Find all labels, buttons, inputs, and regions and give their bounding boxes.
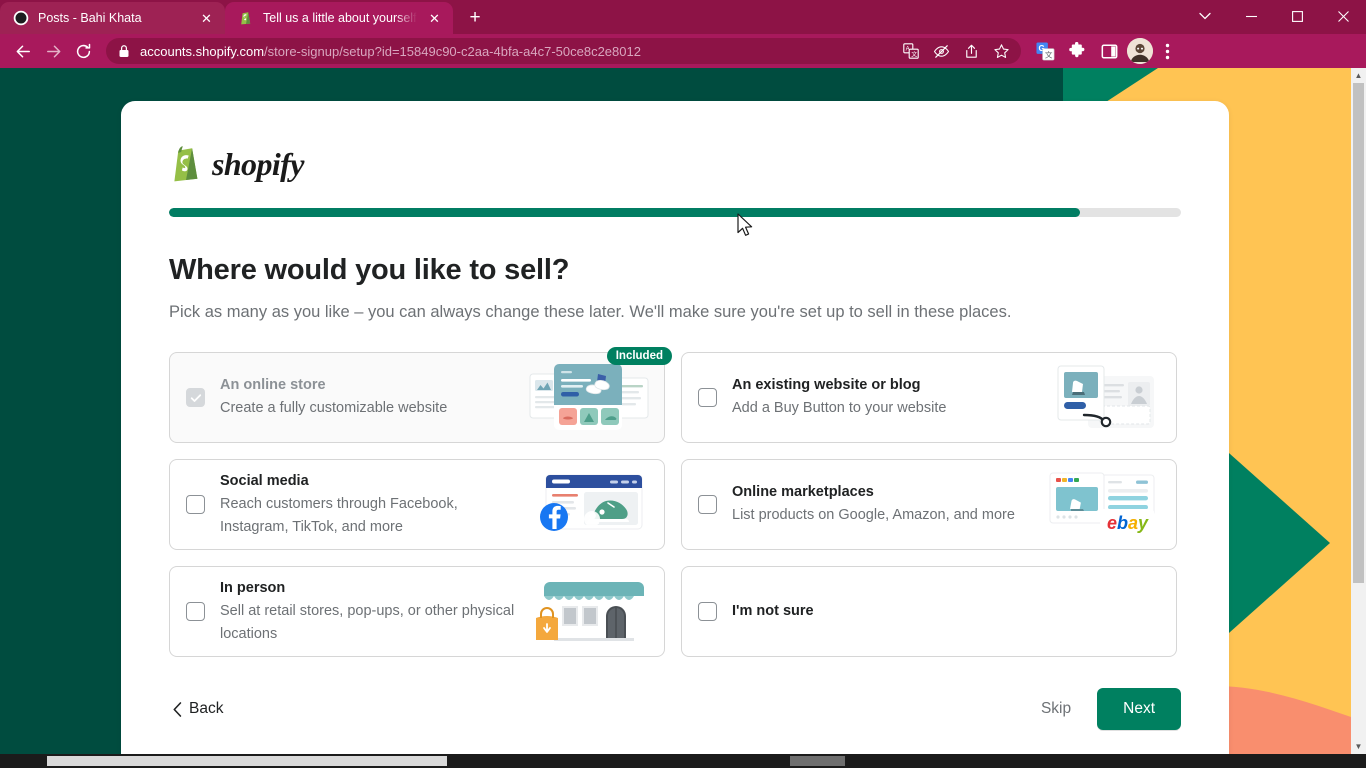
back-button-label: Back bbox=[189, 700, 224, 718]
footer-actions: Skip Next bbox=[1035, 688, 1181, 731]
option-title: I'm not sure bbox=[732, 602, 814, 619]
back-arrow-icon[interactable] bbox=[8, 37, 38, 65]
brand-wordmark: shopify bbox=[212, 145, 304, 182]
scroll-down-arrow-icon[interactable]: ▼ bbox=[1351, 739, 1366, 754]
three-dot-menu-icon[interactable] bbox=[1153, 38, 1181, 64]
shopify-bag-icon bbox=[241, 12, 251, 25]
option-title: Online marketplaces bbox=[732, 483, 874, 500]
included-badge: Included bbox=[606, 347, 672, 366]
option-description: Add a Buy Button to your website bbox=[732, 400, 947, 417]
close-window-button[interactable] bbox=[1320, 0, 1366, 32]
shopify-bag-logo bbox=[174, 146, 198, 182]
checkbox-not-sure[interactable] bbox=[698, 602, 717, 622]
facebook-post-illustration bbox=[528, 467, 650, 543]
retail-store-illustration bbox=[528, 574, 650, 650]
option-description: Sell at retail stores, pop-ups, or other… bbox=[220, 603, 515, 642]
window-controls bbox=[1182, 0, 1366, 32]
svg-text:ebay: ebay bbox=[1107, 513, 1149, 533]
browser-tab-1[interactable]: Posts - Bahi Khata ✕ bbox=[0, 2, 225, 34]
chevron-left-icon bbox=[173, 701, 182, 717]
eye-off-icon[interactable] bbox=[927, 38, 955, 64]
page-viewport: shopify Where would you like to sell? Pi… bbox=[0, 68, 1366, 768]
browser-tab-2[interactable]: Tell us a little about yourself — S ✕ bbox=[225, 2, 453, 34]
option-title: An online store bbox=[220, 376, 326, 393]
translate-icon[interactable]: A文 bbox=[897, 38, 925, 64]
horizontal-scrollbar-thumb[interactable] bbox=[47, 756, 447, 766]
option-title: Social media bbox=[220, 472, 309, 489]
ebay-marketplace-illustration: ebay bbox=[1040, 467, 1162, 543]
padlock-icon bbox=[118, 44, 132, 58]
browser-window: Posts - Bahi Khata ✕ Tell us a little ab… bbox=[0, 0, 1366, 768]
next-button[interactable]: Next bbox=[1097, 688, 1181, 731]
shopify-logo: shopify bbox=[169, 144, 1181, 184]
tab-strip: Posts - Bahi Khata ✕ Tell us a little ab… bbox=[0, 0, 1366, 34]
url-text: accounts.shopify.com/store-signup/setup?… bbox=[140, 43, 641, 59]
option-card-in-person[interactable]: In person Sell at retail stores, pop-ups… bbox=[169, 566, 665, 658]
option-card-online-marketplaces[interactable]: Online marketplaces List products on Goo… bbox=[681, 459, 1177, 551]
horizontal-scrollbar-thumb-secondary[interactable] bbox=[790, 756, 845, 766]
browser-toolbar: accounts.shopify.com/store-signup/setup?… bbox=[0, 34, 1366, 68]
progress-bar bbox=[169, 208, 1181, 217]
check-icon bbox=[190, 394, 201, 402]
profile-avatar[interactable] bbox=[1127, 38, 1153, 64]
circle-icon bbox=[13, 10, 29, 26]
horizontal-scrollbar[interactable] bbox=[0, 754, 1366, 768]
buy-button-illustration bbox=[1040, 360, 1162, 436]
option-title: In person bbox=[220, 579, 286, 596]
share-icon[interactable] bbox=[957, 38, 985, 64]
wizard-footer: Back Skip Next bbox=[169, 688, 1181, 740]
checkbox-existing-website[interactable] bbox=[698, 388, 717, 408]
scroll-up-arrow-icon[interactable]: ▲ bbox=[1351, 68, 1366, 83]
address-bar[interactable]: accounts.shopify.com/store-signup/setup?… bbox=[106, 38, 1021, 64]
omnibox-actions: A文 bbox=[897, 38, 1015, 64]
option-description: Create a fully customizable website bbox=[220, 400, 448, 417]
reload-icon[interactable] bbox=[68, 37, 98, 65]
option-card-online-store[interactable]: An online store Create a fully customiza… bbox=[169, 347, 672, 444]
new-tab-button[interactable]: + bbox=[461, 3, 489, 31]
skip-button[interactable]: Skip bbox=[1035, 692, 1077, 726]
back-button[interactable]: Back bbox=[169, 692, 227, 726]
svg-text:文: 文 bbox=[911, 50, 917, 58]
google-translate-extension-icon[interactable]: G文 bbox=[1031, 38, 1059, 64]
checkbox-social-media[interactable] bbox=[186, 495, 205, 515]
progress-bar-fill bbox=[169, 208, 1080, 217]
tab-search-icon[interactable] bbox=[1182, 0, 1228, 32]
maximize-button[interactable] bbox=[1274, 0, 1320, 32]
page-subtitle: Pick as many as you like – you can alway… bbox=[169, 303, 1012, 321]
vertical-scrollbar[interactable]: ▲ ▼ bbox=[1351, 68, 1366, 754]
page-title: Where would you like to sell? bbox=[169, 254, 570, 286]
option-card-not-sure[interactable]: I'm not sure bbox=[681, 566, 1177, 658]
extensions-puzzle-icon[interactable] bbox=[1063, 38, 1091, 64]
signup-card: shopify Where would you like to sell? Pi… bbox=[121, 101, 1229, 768]
sell-channel-options: An online store Create a fully customiza… bbox=[169, 347, 1181, 658]
extension-icons: G文 bbox=[1031, 38, 1123, 64]
option-card-existing-website[interactable]: An existing website or blog Add a Buy Bu… bbox=[681, 352, 1177, 444]
minimize-button[interactable] bbox=[1228, 0, 1274, 32]
storefront-webpage-illustration bbox=[528, 360, 650, 436]
option-title: An existing website or blog bbox=[732, 376, 921, 393]
forward-arrow-icon[interactable] bbox=[38, 37, 68, 65]
bookmark-star-icon[interactable] bbox=[987, 38, 1015, 64]
option-description: List products on Google, Amazon, and mor… bbox=[732, 507, 1015, 524]
close-icon[interactable]: ✕ bbox=[198, 10, 215, 27]
vertical-scrollbar-thumb[interactable] bbox=[1353, 83, 1364, 583]
svg-text:文: 文 bbox=[1044, 49, 1052, 59]
tab-title: Tell us a little about yourself — S bbox=[263, 11, 417, 25]
checkbox-in-person[interactable] bbox=[186, 602, 205, 622]
option-card-social-media[interactable]: Social media Reach customers through Fac… bbox=[169, 459, 665, 551]
side-panel-icon[interactable] bbox=[1095, 38, 1123, 64]
checkbox-online-marketplaces[interactable] bbox=[698, 495, 717, 515]
close-icon[interactable]: ✕ bbox=[426, 10, 443, 27]
tab-title: Posts - Bahi Khata bbox=[38, 11, 142, 25]
option-description: Reach customers through Facebook, Instag… bbox=[220, 496, 458, 535]
checkbox-online-store bbox=[186, 388, 205, 408]
